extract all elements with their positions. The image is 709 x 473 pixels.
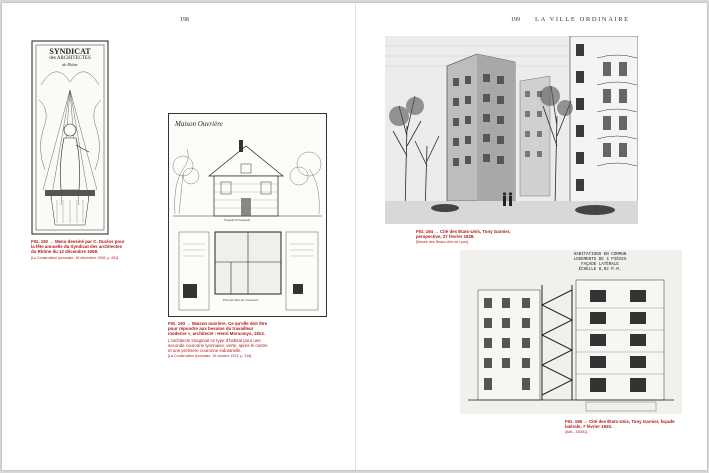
figure-193-house-drawing: Maison Ouvrière Façade Principale Plan d… bbox=[168, 113, 327, 317]
caption-fig-192: FIG. 192 → Menu dessiné par C. Duclos po… bbox=[31, 239, 127, 261]
figure-192-poster: SYNDICAT des ARCHITECTES du Rhône bbox=[31, 40, 109, 235]
sheet-title: Maison Ouvrière bbox=[175, 120, 223, 128]
caption-192-source: [La Construction lyonnaise, 16 décembre … bbox=[31, 255, 120, 260]
caption-193-source: [La Construction lyonnaise, 16 octobre 1… bbox=[168, 354, 253, 359]
book-gutter bbox=[355, 3, 356, 470]
poster-title-rhone: du Rhône bbox=[62, 62, 78, 67]
caption-195-source: [AML, 3300D]. bbox=[565, 430, 588, 435]
caption-193-description: L'architecte imaginait ce type d'habitat… bbox=[168, 337, 268, 354]
figure-194-perspective bbox=[385, 36, 638, 224]
caption-fig-193: FIG. 193 → Maison ouvrière. Ce qu'elle d… bbox=[168, 321, 270, 359]
plan-label: Plan du Rez de Chaussée bbox=[223, 298, 259, 302]
poster-title-architectes: des ARCHITECTES bbox=[49, 56, 91, 61]
right-page-number: 199 bbox=[511, 17, 520, 23]
figure-195-facade-drawing: HABITATIONS EN COMMUN LOGEMENTS DE 4 PIÈ… bbox=[460, 250, 682, 414]
running-head: LA VILLE ORDINAIRE bbox=[535, 16, 630, 23]
caption-195-text: Cité des États-Unis, Tony Garnier, façad… bbox=[565, 419, 675, 430]
caption-fig-194: FIG. 194 → Cité des États-Unis, Tony Gar… bbox=[416, 229, 536, 246]
caption-194-source: [Musée des Beaux-Arts de Lyon]. bbox=[416, 240, 470, 245]
left-page-number: 198 bbox=[180, 17, 189, 23]
caption-fig-195: FIG. 195 → Cité des États-Unis, Tony Gar… bbox=[565, 419, 683, 436]
facade-label: Façade Principale bbox=[224, 218, 251, 222]
poster-title-syndicat: SYNDICAT bbox=[49, 47, 91, 56]
drawing-title-block: HABITATIONS EN COMMUN LOGEMENTS DE 4 PIÈ… bbox=[530, 253, 670, 273]
drawing-scale: ÉCHELLE 0,02 P.M. bbox=[578, 268, 622, 272]
book-spread: 198 199 LA VILLE ORDINAIRE SYNDICAT des … bbox=[2, 3, 707, 470]
